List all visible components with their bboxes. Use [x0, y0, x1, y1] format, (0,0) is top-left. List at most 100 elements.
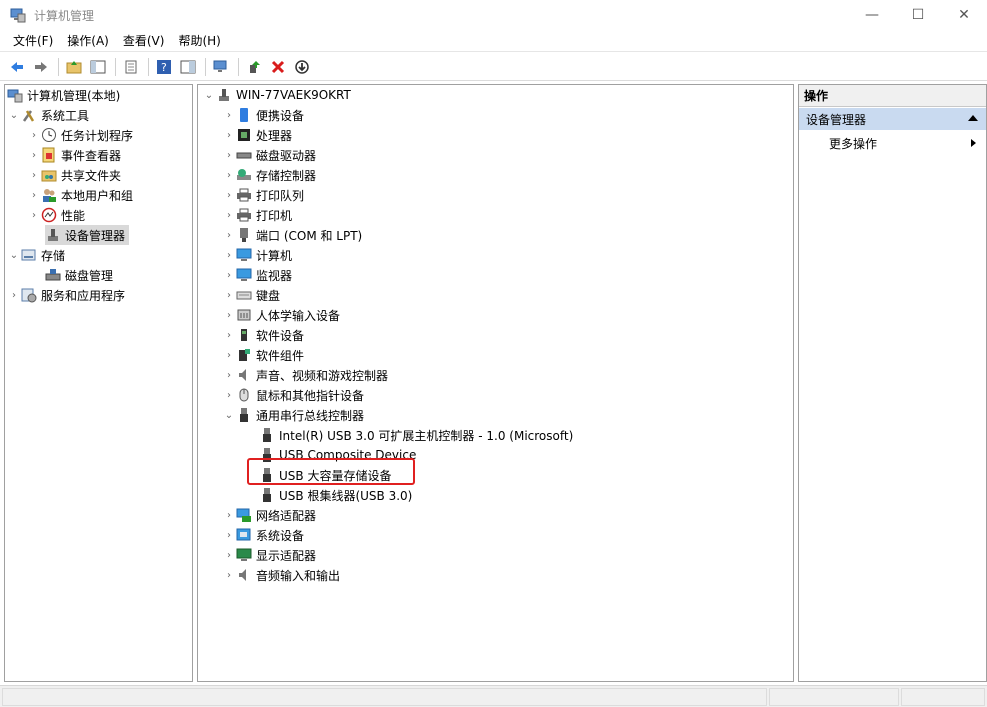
chevron-right-icon[interactable]: › — [222, 545, 236, 565]
system-device-icon — [236, 527, 252, 543]
chevron-right-icon[interactable]: › — [222, 165, 236, 185]
category-monitors[interactable]: › 监视器 — [222, 265, 292, 285]
category-ports[interactable]: › 端口 (COM 和 LPT) — [222, 225, 362, 245]
actions-section-device-manager[interactable]: 设备管理器 — [799, 108, 986, 130]
chevron-right-icon[interactable]: › — [222, 225, 236, 245]
update-driver-icon[interactable] — [243, 56, 265, 78]
chevron-right-icon[interactable]: › — [27, 185, 41, 205]
uninstall-device-icon[interactable] — [267, 56, 289, 78]
chevron-right-icon[interactable]: › — [222, 525, 236, 545]
category-portable[interactable]: › 便携设备 — [222, 105, 304, 125]
category-label: 打印机 — [256, 208, 293, 223]
chevron-down-icon[interactable]: ⌄ — [202, 85, 216, 105]
category-software-components[interactable]: › 软件组件 — [222, 345, 304, 365]
chevron-right-icon[interactable]: › — [222, 205, 236, 225]
chevron-down-icon[interactable]: ⌄ — [222, 405, 236, 425]
chevron-right-icon[interactable]: › — [7, 285, 21, 305]
chevron-right-icon[interactable]: › — [27, 125, 41, 145]
category-sound[interactable]: › 声音、视频和游戏控制器 — [222, 365, 388, 385]
tree-services-apps[interactable]: › 服务和应用程序 — [7, 285, 125, 305]
menu-action[interactable]: 操作(A) — [60, 32, 116, 49]
disable-device-icon[interactable] — [291, 56, 313, 78]
chevron-right-icon[interactable]: › — [222, 345, 236, 365]
tree-event-viewer[interactable]: › 事件查看器 — [27, 145, 121, 165]
chevron-right-icon[interactable]: › — [222, 185, 236, 205]
category-usb-controllers[interactable]: ⌄ 通用串行总线控制器 — [222, 405, 364, 425]
tree-device-manager-label: 设备管理器 — [65, 228, 126, 243]
chevron-down-icon[interactable]: ⌄ — [7, 105, 21, 125]
up-folder-icon[interactable] — [63, 56, 85, 78]
display-adapter-icon — [236, 547, 252, 563]
category-software-devices[interactable]: › 软件设备 — [222, 325, 304, 345]
chevron-right-icon[interactable]: › — [222, 505, 236, 525]
tree-local-users[interactable]: › 本地用户和组 — [27, 185, 133, 205]
tree-storage-label: 存储 — [41, 248, 66, 263]
category-printers[interactable]: › 打印机 — [222, 205, 292, 225]
category-mice[interactable]: › 鼠标和其他指针设备 — [222, 385, 364, 405]
computer-name: WIN-77VAEK9OKRT — [236, 88, 351, 102]
maximize-button[interactable]: ☐ — [895, 0, 941, 30]
processor-icon — [236, 127, 252, 143]
category-keyboards[interactable]: › 键盘 — [222, 285, 280, 305]
category-display-adapters[interactable]: › 显示适配器 — [222, 545, 316, 565]
more-actions[interactable]: 更多操作 — [829, 133, 984, 153]
chevron-right-icon[interactable]: › — [222, 245, 236, 265]
tree-storage[interactable]: ⌄ 存储 — [7, 245, 65, 265]
tree-system-tools[interactable]: ⌄ 系统工具 — [7, 105, 89, 125]
chevron-right-icon[interactable]: › — [27, 205, 41, 225]
performance-icon — [41, 207, 57, 223]
window-title: 计算机管理 — [34, 8, 95, 23]
chevron-right-icon[interactable]: › — [222, 325, 236, 345]
forward-arrow-icon[interactable] — [30, 56, 52, 78]
tree-disk-management-label: 磁盘管理 — [65, 268, 114, 283]
shared-folder-icon — [41, 167, 57, 183]
chevron-right-icon[interactable]: › — [222, 265, 236, 285]
help-icon[interactable]: ? — [153, 56, 175, 78]
properties-pane-icon[interactable] — [177, 56, 199, 78]
close-button[interactable]: ✕ — [941, 0, 987, 30]
chevron-right-icon[interactable]: › — [222, 305, 236, 325]
collapse-up-icon[interactable] — [968, 115, 978, 121]
clock-icon — [41, 127, 57, 143]
category-print-queues[interactable]: › 打印队列 — [222, 185, 304, 205]
menu-view[interactable]: 查看(V) — [116, 32, 172, 49]
svg-text:?: ? — [161, 61, 167, 74]
status-cell-3 — [901, 688, 985, 706]
menu-help[interactable]: 帮助(H) — [171, 32, 227, 49]
tree-performance[interactable]: › 性能 — [27, 205, 85, 225]
category-processor[interactable]: › 处理器 — [222, 125, 292, 145]
chevron-down-icon[interactable]: ⌄ — [7, 245, 21, 265]
usb-device-intel[interactable]: Intel(R) USB 3.0 可扩展主机控制器 - 1.0 (Microso… — [259, 425, 573, 445]
category-disk-drives[interactable]: › 磁盘驱动器 — [222, 145, 316, 165]
chevron-right-icon[interactable]: › — [27, 145, 41, 165]
minimize-button[interactable]: — — [849, 0, 895, 30]
computer-node[interactable]: ⌄ WIN-77VAEK9OKRT — [202, 85, 351, 105]
category-audio-io[interactable]: › 音频输入和输出 — [222, 565, 340, 585]
menu-file[interactable]: 文件(F) — [6, 32, 60, 49]
scan-hardware-icon[interactable] — [210, 56, 232, 78]
usb-device-root-hub[interactable]: USB 根集线器(USB 3.0) — [259, 485, 412, 505]
category-storage-controllers[interactable]: › 存储控制器 — [222, 165, 316, 185]
show-hide-tree-icon[interactable] — [87, 56, 109, 78]
chevron-right-icon[interactable]: › — [222, 105, 236, 125]
tree-task-scheduler[interactable]: › 任务计划程序 — [27, 125, 133, 145]
category-hid[interactable]: › 人体学输入设备 — [222, 305, 340, 325]
category-system-devices[interactable]: › 系统设备 — [222, 525, 304, 545]
tree-shared-folders[interactable]: › 共享文件夹 — [27, 165, 121, 185]
chevron-right-icon[interactable]: › — [222, 125, 236, 145]
chevron-right-icon[interactable]: › — [222, 365, 236, 385]
chevron-right-icon[interactable]: › — [27, 165, 41, 185]
category-computer[interactable]: › 计算机 — [222, 245, 292, 265]
monitor-icon — [236, 247, 252, 263]
category-label: 系统设备 — [256, 528, 305, 543]
export-list-icon[interactable] — [120, 56, 142, 78]
category-network[interactable]: › 网络适配器 — [222, 505, 316, 525]
back-arrow-icon[interactable] — [6, 56, 28, 78]
tree-disk-management[interactable]: 磁盘管理 — [45, 265, 113, 285]
tree-root[interactable]: 计算机管理(本地) — [7, 85, 120, 105]
chevron-right-icon[interactable]: › — [222, 145, 236, 165]
chevron-right-icon[interactable]: › — [222, 565, 236, 585]
chevron-right-icon[interactable]: › — [222, 285, 236, 305]
tree-device-manager[interactable]: 设备管理器 — [45, 225, 130, 245]
chevron-right-icon[interactable]: › — [222, 385, 236, 405]
